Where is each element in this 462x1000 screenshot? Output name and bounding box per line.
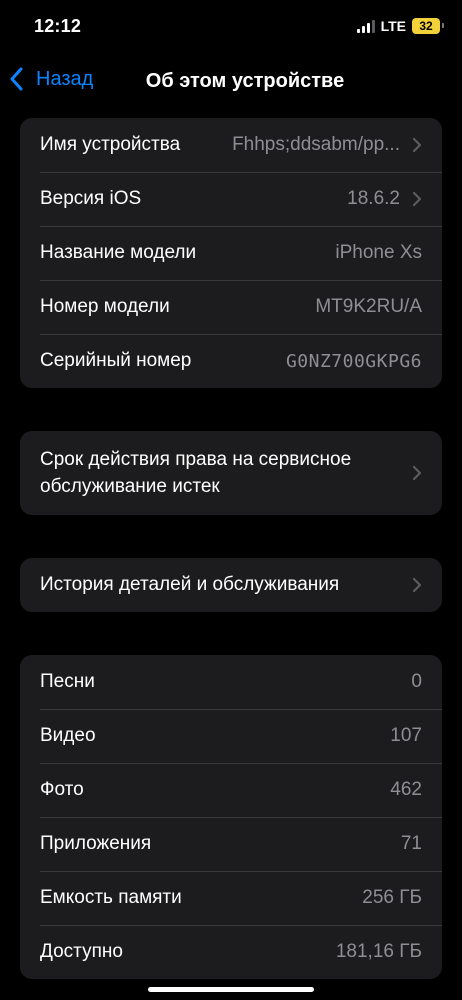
status-bar: 12:12 LTE 32 (0, 0, 462, 56)
row-value: Fhhps;ddsabm/pp... (232, 134, 400, 155)
chevron-right-icon (412, 137, 422, 153)
chevron-right-icon (412, 191, 422, 207)
row-value: MT9K2RU/A (315, 296, 422, 317)
status-time: 12:12 (34, 16, 82, 36)
row-label: Видео (40, 725, 96, 746)
model-number-row[interactable]: Номер модели MT9K2RU/A (20, 280, 442, 334)
row-value: 462 (390, 779, 422, 800)
row-label: Песни (40, 671, 95, 692)
page-title: Об этом устройстве (145, 70, 345, 92)
ios-version-row[interactable]: Версия iOS 18.6.2 (20, 172, 442, 226)
parts-history-group: История деталей и обслуживания (20, 558, 442, 612)
navigation-bar: Назад Об этом устройстве (0, 56, 462, 108)
battery-icon: 32 (412, 18, 444, 34)
row-value: G0NZ700GKPG6 (285, 350, 422, 372)
row-value: iPhone Xs (335, 242, 422, 263)
row-label: Срок действия права на сервисное обслужи… (40, 449, 352, 497)
row-label: Фото (40, 779, 84, 800)
row-value: 107 (390, 725, 422, 746)
apps-row: Приложения 71 (20, 817, 442, 871)
device-name-row[interactable]: Имя устройства Fhhps;ddsabm/pp... (20, 118, 442, 172)
status-indicators: LTE 32 (356, 18, 444, 34)
network-type: LTE (380, 18, 406, 34)
songs-row: Песни 0 (20, 655, 442, 709)
service-coverage-row[interactable]: Срок действия права на сервисное обслужи… (20, 431, 442, 515)
row-value: 181,16 ГБ (335, 941, 422, 962)
cellular-signal-icon (356, 19, 375, 33)
row-label: Емкость памяти (40, 887, 182, 908)
chevron-right-icon (412, 577, 422, 593)
row-label: Название модели (40, 242, 197, 263)
row-label: Приложения (40, 833, 152, 854)
home-indicator[interactable] (148, 987, 314, 992)
row-value: 71 (400, 833, 422, 854)
row-label: Номер модели (40, 296, 170, 317)
available-row: Доступно 181,16 ГБ (20, 925, 442, 979)
serial-number-row[interactable]: Серийный номер G0NZ700GKPG6 (20, 334, 442, 388)
row-value: 256 ГБ (362, 887, 422, 908)
row-value: 0 (411, 671, 422, 692)
photos-row: Фото 462 (20, 763, 442, 817)
chevron-right-icon (412, 465, 422, 481)
capacity-row: Емкость памяти 256 ГБ (20, 871, 442, 925)
row-label: Серийный номер (40, 350, 192, 371)
row-label: Имя устройства (40, 134, 181, 155)
model-name-row: Название модели iPhone Xs (20, 226, 442, 280)
service-coverage-group: Срок действия права на сервисное обслужи… (20, 431, 442, 515)
row-label: История деталей и обслуживания (40, 574, 340, 595)
row-label: Доступно (40, 941, 123, 962)
row-value: 18.6.2 (347, 188, 400, 209)
videos-row: Видео 107 (20, 709, 442, 763)
row-label: Версия iOS (40, 188, 142, 209)
device-stats-group: Песни 0 Видео 107 Фото 462 Приложения 71… (20, 655, 442, 979)
parts-history-row[interactable]: История деталей и обслуживания (20, 558, 442, 612)
device-info-group: Имя устройства Fhhps;ddsabm/pp... Версия… (20, 118, 442, 388)
